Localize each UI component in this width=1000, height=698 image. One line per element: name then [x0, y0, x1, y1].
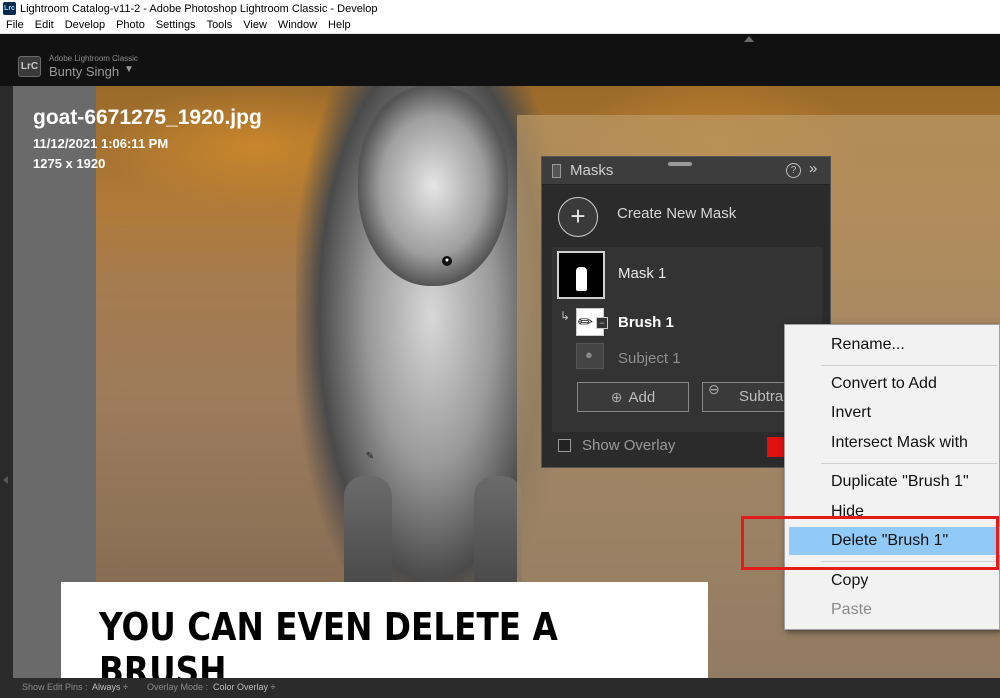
- add-mask-icon: ⊕: [610, 389, 623, 405]
- menu-item-convert-to-add[interactable]: Convert to Add: [785, 370, 1000, 398]
- subtract-mask-icon: ⊖: [708, 381, 720, 397]
- brush-1-label[interactable]: Brush 1: [618, 314, 674, 331]
- masks-title: Masks: [570, 162, 614, 179]
- left-panel-collapsed: [0, 86, 13, 678]
- subject-1-thumbnail[interactable]: ●: [576, 343, 604, 369]
- mask-1-label[interactable]: Mask 1: [618, 265, 666, 282]
- expand-left-panel-icon[interactable]: [3, 476, 8, 484]
- identity-plate: [0, 34, 1000, 86]
- create-new-mask-button[interactable]: +: [558, 197, 598, 237]
- brush-pin-icon[interactable]: ✎: [365, 452, 375, 462]
- goat-head: [358, 86, 508, 286]
- subject-1-label[interactable]: Subject 1: [618, 350, 681, 367]
- menu-tools[interactable]: Tools: [207, 19, 233, 31]
- menu-window[interactable]: Window: [278, 19, 317, 31]
- sub-mask-branch-icon: ↳: [560, 309, 571, 323]
- menu-develop[interactable]: Develop: [65, 19, 105, 31]
- mask-list: Mask 1 ↳ ✏ − Brush 1 ● Subject 1 ⊕ Add Su…: [552, 247, 822, 432]
- goat-silhouette-icon: [576, 267, 587, 291]
- show-edit-pins-label: Show Edit Pins :: [22, 682, 88, 692]
- photo-dimensions: 1275 x 1920: [33, 156, 106, 171]
- panel-toggle-icon[interactable]: [552, 164, 561, 178]
- highlight-annotation-box: [741, 516, 999, 570]
- lrc-logo-icon: LrC: [18, 56, 41, 77]
- show-edit-pins-select[interactable]: Always ÷: [92, 682, 128, 692]
- context-menu: Rename... Convert to Add Invert Intersec…: [784, 324, 1000, 630]
- show-overlay-label[interactable]: Show Overlay: [582, 437, 675, 454]
- bottom-toolbar: Show Edit Pins : Always ÷ Overlay Mode :…: [0, 678, 1000, 698]
- menu-edit[interactable]: Edit: [35, 19, 54, 31]
- photo-filename: goat-6671275_1920.jpg: [33, 106, 262, 129]
- chevron-down-icon[interactable]: ▼: [124, 64, 134, 75]
- masks-panel-header[interactable]: Masks ? »: [542, 157, 830, 185]
- menu-view[interactable]: View: [243, 19, 267, 31]
- subtract-mode-icon: −: [596, 317, 608, 329]
- photo-datetime: 11/12/2021 1:06:11 PM: [33, 136, 169, 151]
- menu-photo[interactable]: Photo: [116, 19, 145, 31]
- menu-item-duplicate[interactable]: Duplicate "Brush 1": [785, 468, 1000, 496]
- add-label: Add: [628, 389, 656, 406]
- subject-pin-icon[interactable]: ●: [442, 256, 452, 266]
- drag-handle-icon[interactable]: [668, 162, 692, 166]
- product-name: Adobe Lightroom Classic: [49, 54, 138, 63]
- mask-1-thumbnail[interactable]: [557, 251, 605, 299]
- window-title: Lightroom Catalog-v11-2 - Adobe Photosho…: [20, 2, 378, 15]
- menu-item-paste: Paste: [831, 601, 872, 618]
- menu-item-intersect[interactable]: Intersect Mask with: [785, 429, 1000, 457]
- overlay-mode-select[interactable]: Color Overlay ÷: [213, 682, 275, 692]
- menu-file[interactable]: File: [6, 19, 24, 31]
- person-icon: ●: [585, 347, 593, 362]
- help-icon[interactable]: ?: [786, 163, 801, 178]
- menu-item-rename[interactable]: Rename...: [785, 331, 1000, 359]
- menu-separator: [821, 365, 997, 366]
- menu-item-invert[interactable]: Invert: [785, 399, 1000, 427]
- add-mask-button[interactable]: ⊕ Add: [577, 382, 689, 412]
- create-new-mask-label[interactable]: Create New Mask: [617, 205, 736, 222]
- lightroom-app-icon: Lrc: [3, 2, 16, 15]
- menu-settings[interactable]: Settings: [156, 19, 196, 31]
- overlay-mode-label: Overlay Mode :: [147, 682, 209, 692]
- caption-banner: YOU CAN EVEN DELETE A BRUSH: [61, 582, 708, 693]
- menu-bar: File Edit Develop Photo Settings Tools V…: [0, 17, 1000, 34]
- brush-icon: ✏: [578, 312, 594, 332]
- user-name[interactable]: Bunty Singh: [49, 64, 119, 79]
- window-title-bar: Lrc Lightroom Catalog-v11-2 - Adobe Phot…: [0, 0, 1000, 17]
- menu-help[interactable]: Help: [328, 19, 351, 31]
- menu-item-copy[interactable]: Copy: [785, 567, 1000, 595]
- collapse-top-panel-icon[interactable]: [744, 36, 754, 42]
- show-overlay-checkbox[interactable]: [558, 439, 571, 452]
- expand-panel-icon[interactable]: »: [809, 160, 817, 177]
- menu-separator: [821, 463, 997, 464]
